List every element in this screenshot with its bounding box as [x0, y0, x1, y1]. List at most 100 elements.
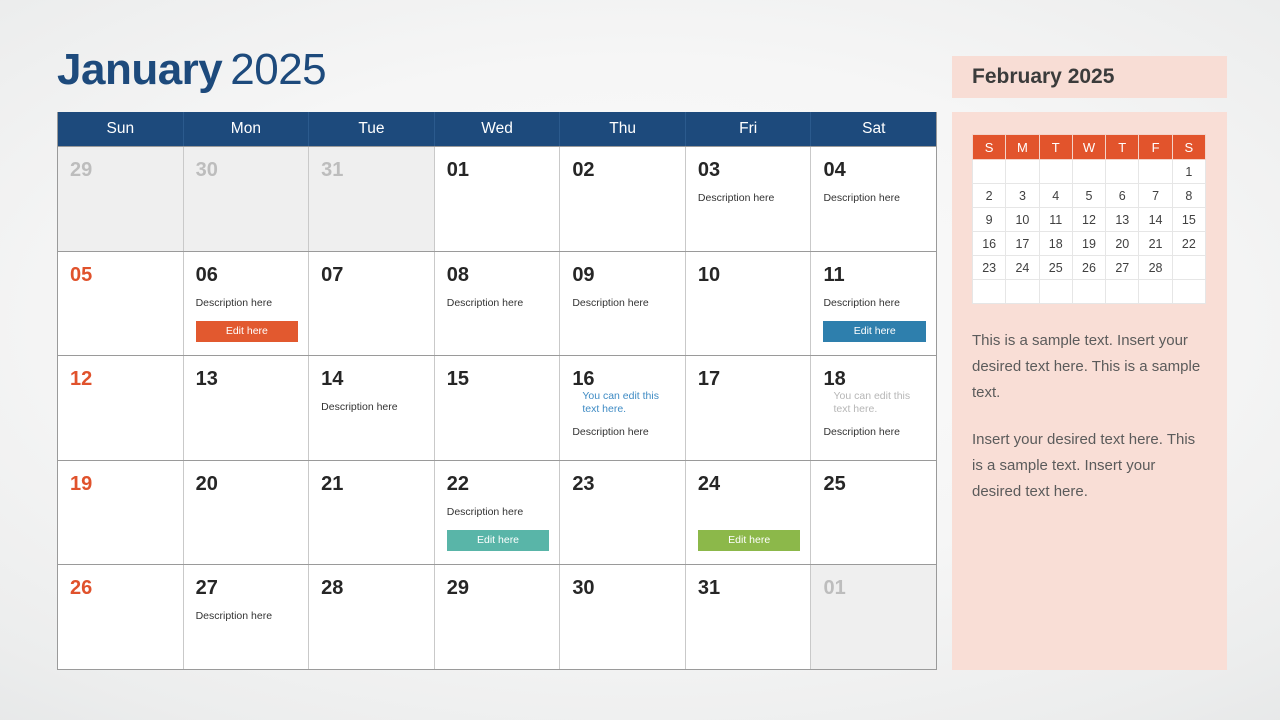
day-cell-outside[interactable]: 01: [811, 565, 937, 669]
day-cell-14[interactable]: 14 Description here: [309, 356, 435, 460]
day-cell-02[interactable]: 02: [560, 147, 686, 251]
day-description[interactable]: Description here: [321, 401, 424, 414]
day-cell-24[interactable]: 24 Edit here: [685, 460, 812, 565]
day-description[interactable]: Description here: [823, 192, 926, 205]
day-cell-13[interactable]: 13: [183, 356, 310, 460]
mini-day-1[interactable]: 1: [1171, 159, 1207, 184]
day-number: 20: [195, 472, 218, 495]
day-cell-31[interactable]: 31: [685, 565, 812, 669]
day-cell-29[interactable]: 29: [434, 565, 561, 669]
mini-day-25[interactable]: 25: [1038, 255, 1073, 280]
mini-day-3[interactable]: 3: [1005, 183, 1040, 208]
day-cell-09[interactable]: 09 Description here: [560, 251, 686, 356]
mini-day-empty: [1105, 159, 1140, 184]
day-number: 24: [697, 472, 721, 495]
day-cell-20[interactable]: 20: [183, 460, 310, 565]
day-cell-03[interactable]: 03 Description here: [685, 147, 812, 251]
day-cell-23[interactable]: 23: [560, 460, 686, 565]
edit-here-button[interactable]: Edit here: [697, 530, 801, 552]
mini-day-10[interactable]: 10: [1005, 207, 1040, 232]
day-cell-outside[interactable]: 31: [309, 147, 435, 251]
day-cell-17[interactable]: 17: [685, 356, 812, 460]
mini-day-empty: [1005, 159, 1040, 184]
edit-here-button[interactable]: Edit here: [195, 321, 299, 343]
mini-day-8[interactable]: 8: [1171, 183, 1207, 208]
day-cell-21[interactable]: 21: [309, 460, 435, 565]
day-cell-15[interactable]: 15: [434, 356, 561, 460]
day-description[interactable]: Description here: [572, 426, 675, 439]
day-cell-05[interactable]: 05: [58, 251, 184, 356]
mini-day-26[interactable]: 26: [1071, 255, 1107, 280]
day-description[interactable]: Description here: [823, 426, 926, 439]
day-description[interactable]: Description here: [447, 297, 550, 310]
mini-day-12[interactable]: 12: [1071, 207, 1107, 232]
mini-day-20[interactable]: 20: [1105, 231, 1140, 256]
day-cell-outside[interactable]: 29: [58, 147, 184, 251]
mini-day-13[interactable]: 13: [1105, 207, 1140, 232]
day-editable-note[interactable]: You can edit this text here.: [582, 390, 666, 415]
day-description[interactable]: Description here: [698, 192, 801, 205]
mini-day-14[interactable]: 14: [1138, 207, 1173, 232]
mini-day-22[interactable]: 22: [1171, 231, 1207, 256]
day-cell-08[interactable]: 08 Description here: [434, 251, 561, 356]
day-cell-11[interactable]: 11 Description here Edit here: [811, 251, 937, 356]
mini-day-7[interactable]: 7: [1138, 183, 1173, 208]
mini-day-2[interactable]: 2: [971, 183, 1007, 208]
edit-here-button[interactable]: Edit here: [823, 321, 927, 343]
mini-day-15[interactable]: 15: [1171, 207, 1207, 232]
day-number: 26: [70, 577, 93, 600]
day-cell-outside[interactable]: 30: [183, 147, 310, 251]
day-cell-27[interactable]: 27 Description here: [183, 565, 310, 669]
day-cell-26[interactable]: 26: [58, 565, 184, 669]
weekday-header-sun: Sun: [58, 112, 184, 146]
mini-day-4[interactable]: 4: [1038, 183, 1073, 208]
day-description[interactable]: Description here: [447, 506, 550, 519]
calendar-week-row: 12 13 14 Description here 15 16You can edit t…: [58, 355, 937, 460]
mini-day-18[interactable]: 18: [1038, 231, 1073, 256]
mini-week-row: 2345678: [971, 183, 1207, 208]
mini-day-empty: [1171, 279, 1207, 304]
mini-day-11[interactable]: 11: [1038, 207, 1073, 232]
mini-day-27[interactable]: 27: [1105, 255, 1140, 280]
day-description[interactable]: Description here: [572, 297, 675, 310]
day-description[interactable]: Description here: [823, 297, 926, 310]
day-cell-25[interactable]: 25: [811, 460, 937, 565]
day-number: 30: [195, 159, 218, 181]
mini-day-28[interactable]: 28: [1138, 255, 1173, 280]
day-cell-01[interactable]: 01: [434, 147, 561, 251]
day-cell-30[interactable]: 30: [560, 565, 686, 669]
mini-day-17[interactable]: 17: [1005, 231, 1040, 256]
day-cell-28[interactable]: 28: [309, 565, 435, 669]
day-cell-10[interactable]: 10: [685, 251, 812, 356]
page-title: January 2025: [57, 44, 327, 96]
day-cell-12[interactable]: 12: [58, 356, 184, 460]
mini-day-9[interactable]: 9: [971, 207, 1007, 232]
day-description[interactable]: Description here: [196, 610, 299, 623]
mini-day-19[interactable]: 19: [1071, 231, 1107, 256]
mini-weekday-header: F: [1138, 134, 1173, 160]
day-number: 28: [321, 577, 344, 600]
day-cell-19[interactable]: 19: [58, 460, 184, 565]
mini-day-6[interactable]: 6: [1105, 183, 1140, 208]
day-cell-22[interactable]: 22 Description here Edit here: [434, 460, 561, 565]
title-year: 2025: [230, 45, 327, 94]
day-cell-16[interactable]: 16You can edit this text here. Descriptio…: [560, 356, 686, 460]
day-cell-07[interactable]: 07: [309, 251, 435, 356]
mini-day-21[interactable]: 21: [1138, 231, 1173, 256]
mini-weekday-header: T: [1038, 134, 1073, 160]
calendar-week-row: 05 06 Description here Edit here 07 08 Descrip…: [58, 250, 937, 356]
day-description[interactable]: Description here: [196, 297, 299, 310]
mini-day-24[interactable]: 24: [1005, 255, 1040, 280]
day-number: 01: [823, 577, 846, 600]
day-editable-note[interactable]: You can edit this text here.: [833, 390, 917, 415]
mini-weekday-row: SMTWTFS: [971, 134, 1207, 160]
day-cell-06[interactable]: 06 Description here Edit here: [183, 251, 310, 356]
edit-here-button[interactable]: Edit here: [446, 530, 550, 552]
mini-day-16[interactable]: 16: [971, 231, 1007, 256]
day-cell-18[interactable]: 18You can edit this text here. Descriptio…: [811, 356, 937, 460]
day-number: 03: [697, 159, 721, 181]
mini-day-23[interactable]: 23: [971, 255, 1007, 280]
sidebar-title-bar: February 2025: [952, 56, 1227, 98]
mini-day-5[interactable]: 5: [1071, 183, 1107, 208]
day-cell-04[interactable]: 04 Description here: [811, 147, 937, 251]
